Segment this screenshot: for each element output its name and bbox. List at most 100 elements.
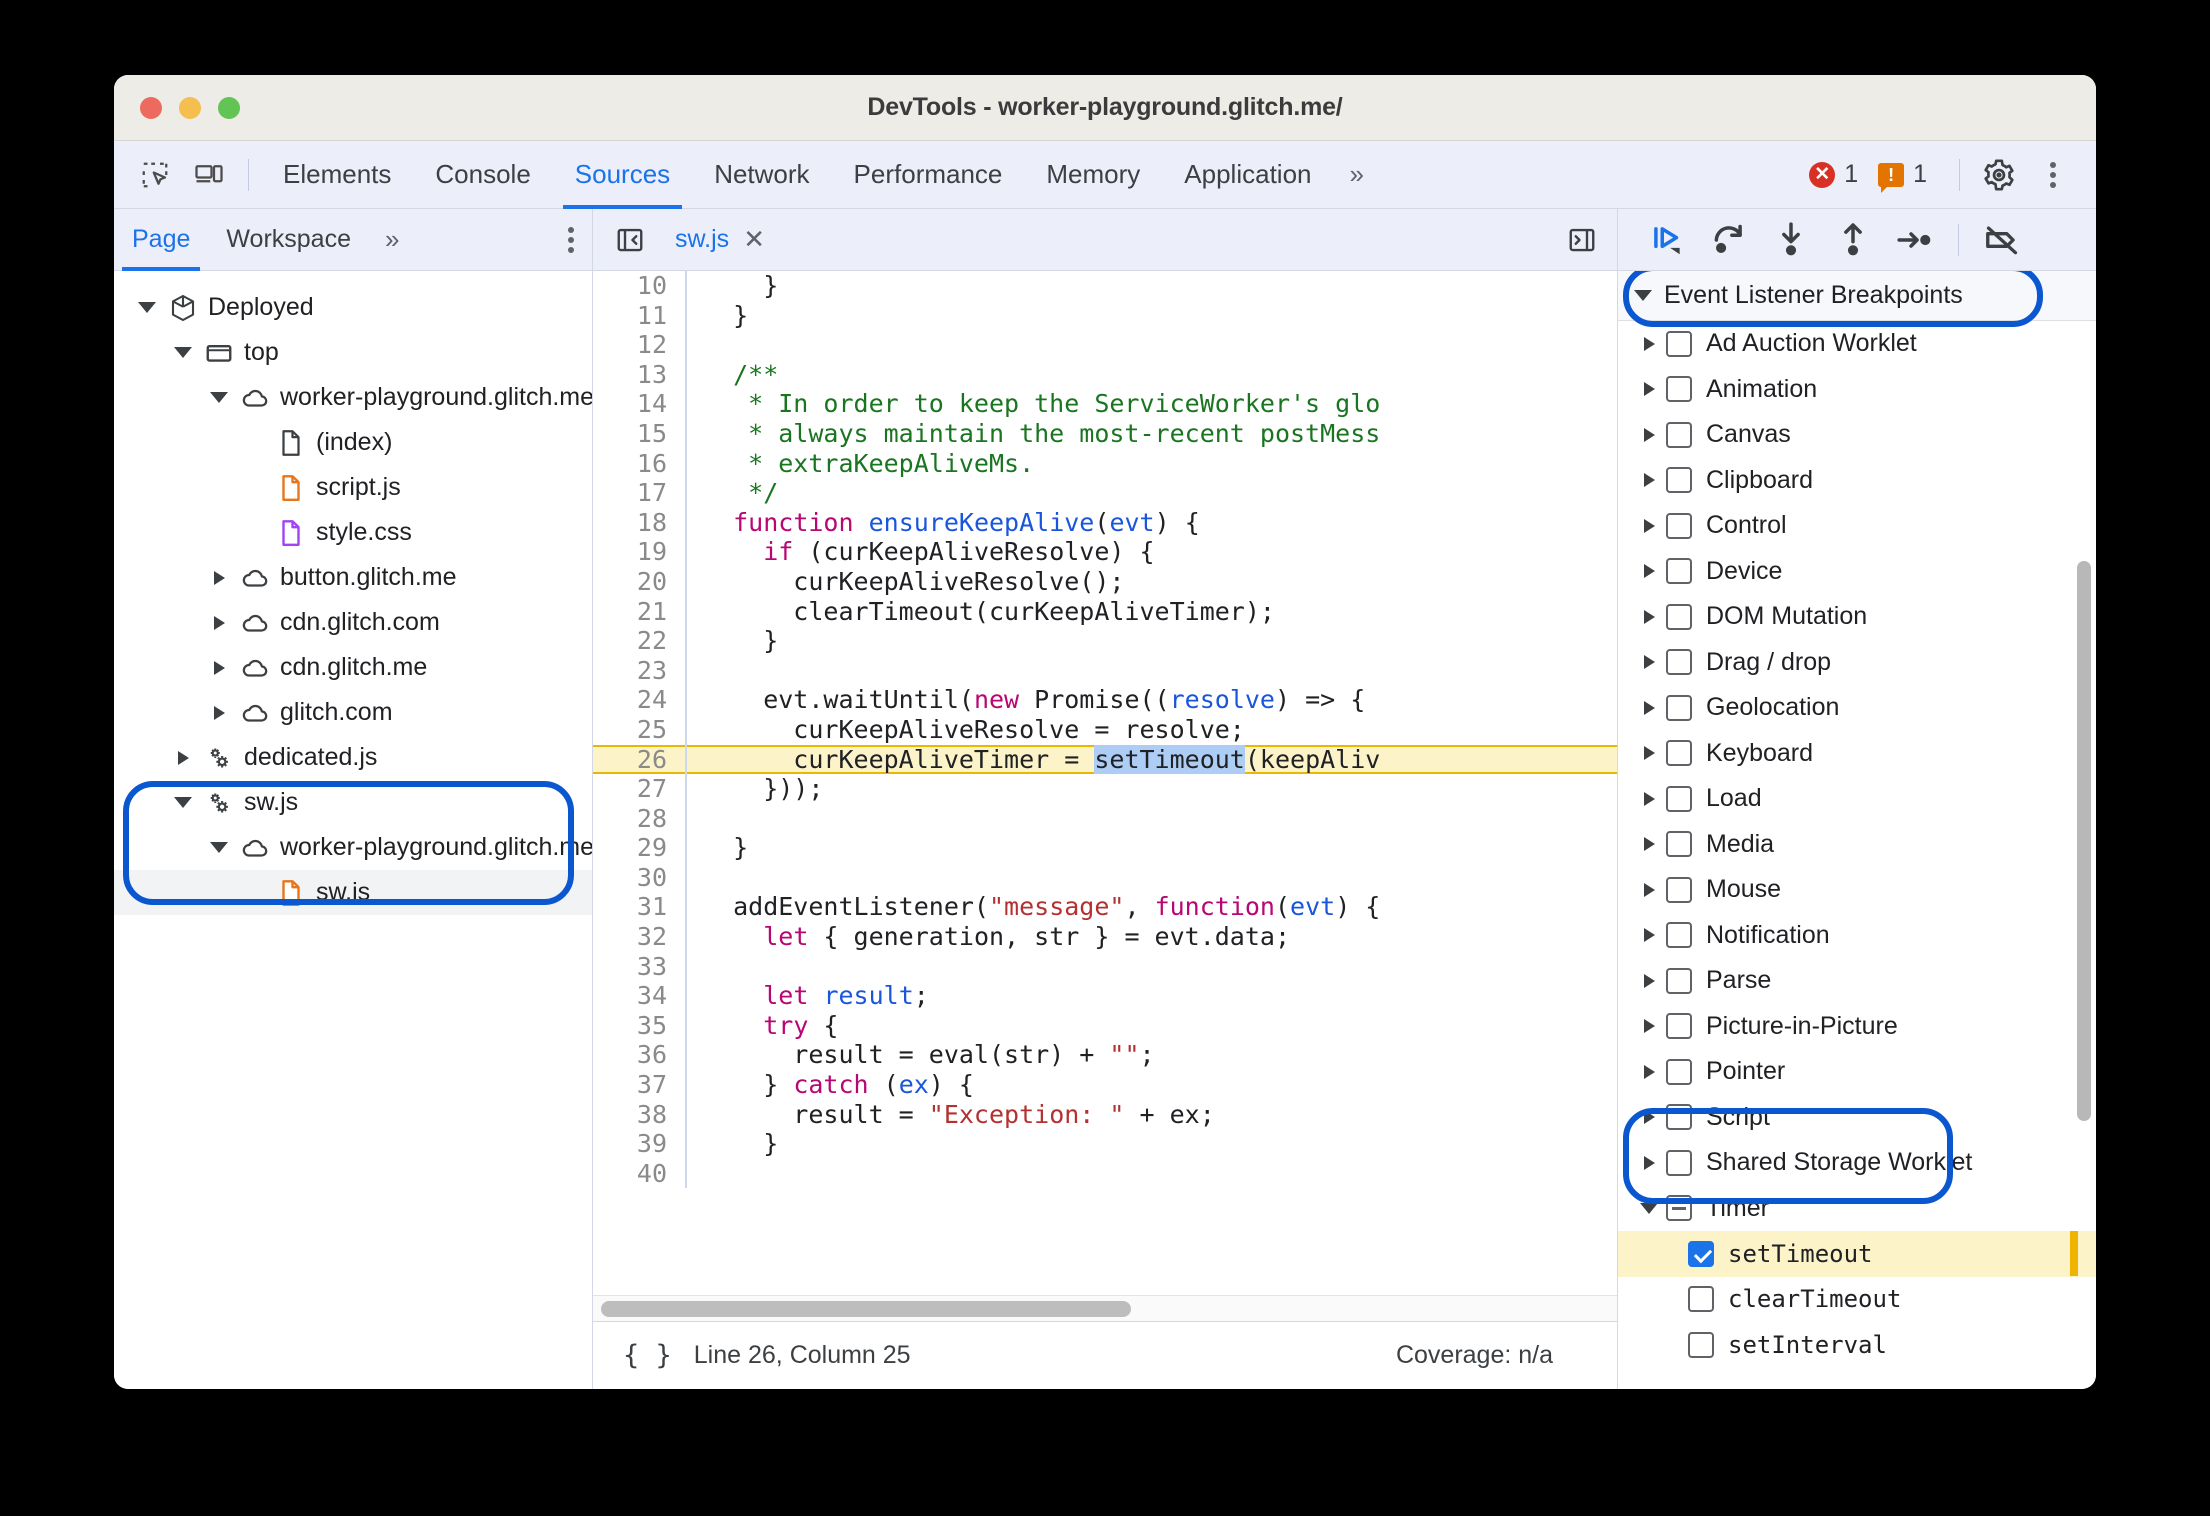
event-listener-breakpoint-row[interactable]: Shared Storage Worklet [1618,1140,2096,1186]
chevron-down-icon[interactable] [132,302,162,313]
gear-icon[interactable] [1972,150,2026,200]
code-line[interactable]: 28 [593,803,1617,834]
chevron-right-icon[interactable] [1632,837,1666,852]
breakpoint-checkbox[interactable] [1666,922,1692,949]
resume-script-execution-button[interactable] [1636,215,1698,265]
file-tree-row[interactable]: worker-playground.glitch.me [114,375,592,420]
code-line[interactable]: 29 } [593,833,1617,863]
code-line[interactable]: 14 * In order to keep the ServiceWorker'… [593,389,1617,419]
step-out-of-current-function-button[interactable] [1822,215,1884,265]
code-line[interactable]: 37 } catch (ex) { [593,1070,1617,1100]
line-number[interactable]: 22 [593,626,685,656]
event-listener-breakpoint-row[interactable]: Device [1618,549,2096,595]
file-tree-row[interactable]: button.glitch.me [114,555,592,600]
breakpoint-checkbox[interactable] [1666,1058,1692,1085]
line-number[interactable]: 17 [593,478,685,508]
editor-file-tab-swjs[interactable]: sw.js ✕ [657,209,783,271]
event-listener-breakpoint-row[interactable]: Pointer [1618,1049,2096,1095]
line-number[interactable]: 24 [593,685,685,715]
line-number[interactable]: 27 [593,774,685,804]
navigator-more-tabs-icon[interactable]: » [369,224,415,255]
breakpoint-checkbox[interactable] [1666,1013,1692,1040]
file-tree-row[interactable]: sw.js [114,870,592,915]
line-number[interactable]: 18 [593,508,685,538]
event-listener-breakpoint-row[interactable]: Media [1618,822,2096,868]
breakpoint-checkbox[interactable] [1666,1149,1692,1176]
line-number[interactable]: 39 [593,1129,685,1159]
step-button[interactable] [1884,215,1946,265]
file-tree-row[interactable]: dedicated.js [114,735,592,780]
line-number[interactable]: 19 [593,537,685,567]
code-line[interactable]: 15 * always maintain the most-recent pos… [593,418,1617,449]
step-into-next-function-call-button[interactable] [1760,215,1822,265]
code-line[interactable]: 23 [593,655,1617,686]
event-listener-breakpoint-row[interactable]: clearTimeout [1618,1277,2096,1323]
chevron-right-icon[interactable] [1632,336,1666,351]
breakpoint-checkbox[interactable] [1666,330,1692,357]
chevron-down-icon[interactable] [1632,1202,1666,1214]
event-listener-breakpoints-header[interactable]: Event Listener Breakpoints [1618,271,2096,321]
chevron-right-icon[interactable] [1632,928,1666,943]
code-line[interactable]: 40 [593,1158,1617,1189]
breakpoint-checkbox[interactable] [1666,1104,1692,1131]
tab-memory[interactable]: Memory [1024,141,1162,209]
chevron-right-icon[interactable] [168,750,198,765]
code-line[interactable]: 22 } [593,626,1617,656]
device-toolbar-icon[interactable] [182,150,236,200]
breakpoint-checkbox[interactable] [1666,467,1692,494]
code-line[interactable]: 19 if (curKeepAliveResolve) { [593,537,1617,567]
code-line[interactable]: 18 function ensureKeepAlive(evt) { [593,507,1617,538]
tab-performance[interactable]: Performance [832,141,1025,209]
step-over-next-function-call-button[interactable] [1698,215,1760,265]
breakpoint-checkbox[interactable] [1688,1331,1714,1358]
breakpoint-checkbox[interactable] [1666,967,1692,994]
tab-elements[interactable]: Elements [261,141,413,209]
chevron-right-icon[interactable] [1632,382,1666,397]
breakpoint-checkbox[interactable] [1666,876,1692,903]
event-listener-breakpoint-row[interactable]: DOM Mutation [1618,594,2096,640]
event-listener-breakpoint-row[interactable]: Control [1618,503,2096,549]
error-badge[interactable]: ✕ 1 [1809,160,1858,189]
code-line[interactable]: 13 /** [593,359,1617,390]
breakpoint-checkbox[interactable] [1666,558,1692,585]
event-listener-breakpoint-row[interactable]: Ad Auction Worklet [1618,321,2096,367]
code-line[interactable]: 21 clearTimeout(curKeepAliveTimer); [593,596,1617,627]
chevron-right-icon[interactable] [1632,882,1666,897]
line-number[interactable]: 14 [593,389,685,419]
chevron-down-icon[interactable] [204,842,234,853]
chevron-right-icon[interactable] [204,705,234,720]
chevron-right-icon[interactable] [1632,427,1666,442]
chevron-right-icon[interactable] [1632,700,1666,715]
tab-application[interactable]: Application [1162,141,1333,209]
chevron-down-icon[interactable] [168,797,198,808]
chevron-right-icon[interactable] [1632,473,1666,488]
chevron-right-icon[interactable] [1632,1064,1666,1079]
chevron-right-icon[interactable] [1632,564,1666,579]
navigator-tab-page[interactable]: Page [114,209,208,271]
event-listener-breakpoint-row[interactable]: Timer [1618,1186,2096,1232]
breakpoint-checkbox[interactable] [1666,421,1692,448]
editor-horizontal-scrollbar-thumb[interactable] [601,1301,1131,1317]
file-tree-row[interactable]: style.css [114,510,592,555]
chevron-right-icon[interactable] [1632,1155,1666,1170]
code-line[interactable]: 25 curKeepAliveResolve = resolve; [593,714,1617,745]
chevron-right-icon[interactable] [1632,746,1666,761]
file-tree-row[interactable]: (index) [114,420,592,465]
event-listener-breakpoint-row[interactable]: Canvas [1618,412,2096,458]
line-number[interactable]: 36 [593,1040,685,1070]
navigator-kebab-menu-icon[interactable] [568,226,574,253]
breakpoint-checkbox[interactable] [1666,831,1692,858]
breakpoint-checkbox[interactable] [1666,512,1692,539]
event-listener-breakpoint-row[interactable]: Script [1618,1095,2096,1141]
code-line[interactable]: 27 })); [593,774,1617,804]
more-tabs-icon[interactable]: » [1334,159,1380,190]
deactivate-breakpoints-button[interactable] [1971,215,2033,265]
warning-badge[interactable]: ! 1 [1878,160,1927,193]
event-listener-breakpoint-row[interactable]: Geolocation [1618,685,2096,731]
tab-sources[interactable]: Sources [553,141,692,209]
line-number[interactable]: 30 [593,863,685,893]
chevron-right-icon[interactable] [1632,655,1666,670]
breakpoint-checkbox[interactable] [1688,1240,1714,1267]
file-tree-row[interactable]: top [114,330,592,375]
line-number[interactable]: 31 [593,892,685,922]
